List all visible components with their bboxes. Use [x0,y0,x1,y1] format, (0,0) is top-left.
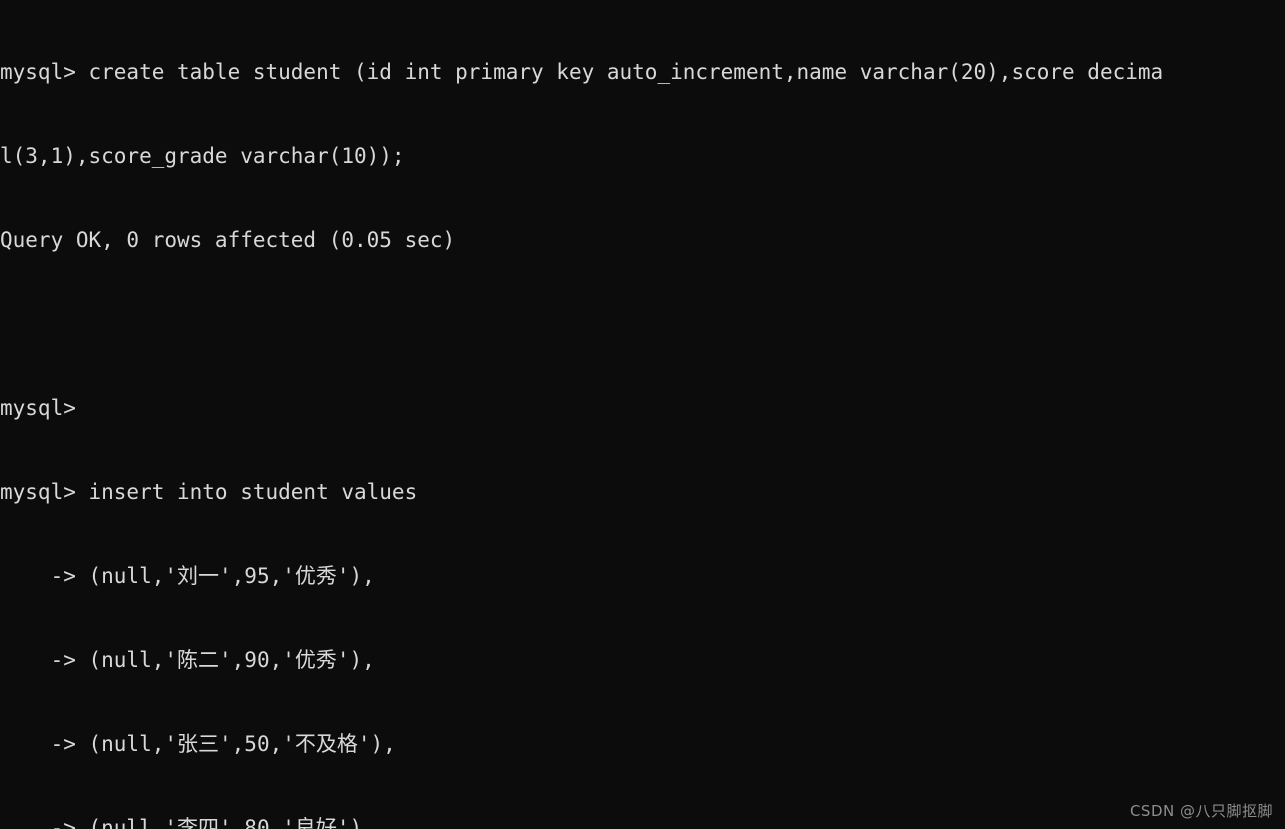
terminal-line: Query OK, 0 rows affected (0.05 sec) [0,228,456,252]
terminal-line: mysql> create table student (id int prim… [0,60,1164,84]
terminal-line: -> (null,'陈二',90,'优秀'), [0,648,375,672]
terminal-line: mysql> insert into student values [0,480,418,504]
terminal-prompt-line: mysql> [0,396,76,420]
terminal-line: l(3,1),score_grade varchar(10)); [0,144,405,168]
terminal-output[interactable]: mysql> create table student (id int prim… [0,0,1285,829]
terminal-line: -> (null,'刘一',95,'优秀'), [0,564,375,588]
terminal-line: -> (null,'李四',80,'良好'), [0,816,375,829]
terminal-line: -> (null,'张三',50,'不及格'), [0,732,396,756]
